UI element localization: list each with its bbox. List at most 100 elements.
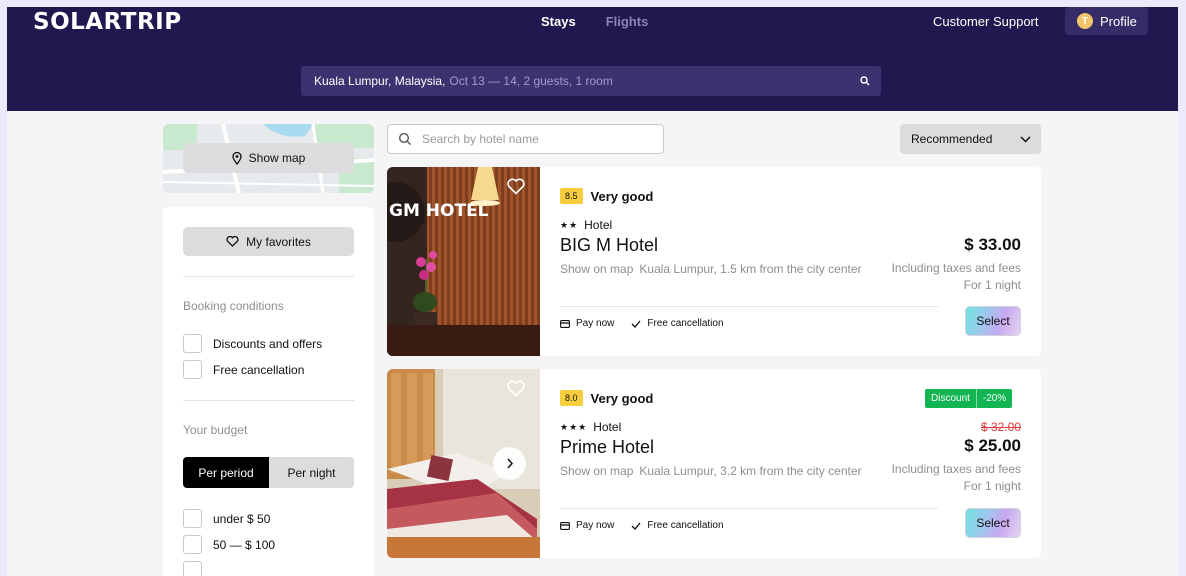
- location-pin-icon: [231, 151, 242, 165]
- budget-next[interactable]: [183, 561, 202, 576]
- avatar: T: [1077, 13, 1093, 29]
- rating-badge: 8.0: [560, 390, 583, 406]
- profile-button[interactable]: T Profile: [1065, 7, 1148, 35]
- nights-note: For 1 night: [963, 278, 1021, 292]
- select-button[interactable]: Select: [965, 306, 1021, 336]
- price-box: $ 32.00 $ 25.00 Including taxes and fees…: [892, 420, 1021, 495]
- per-period-tab[interactable]: Per period: [183, 457, 269, 488]
- perk-pay-now: Pay now: [560, 520, 614, 531]
- perk-free-cancellation: Free cancellation: [631, 318, 724, 329]
- booking-conditions-title: Booking conditions: [183, 299, 284, 313]
- rating: 8.5 Very good: [560, 188, 653, 204]
- main-nav: Stays Flights: [541, 14, 648, 29]
- show-on-map-link[interactable]: Show on map: [560, 464, 633, 478]
- hotel-name[interactable]: Prime Hotel: [560, 437, 654, 458]
- taxes-note: Including taxes and fees: [891, 261, 1021, 275]
- checkbox[interactable]: [183, 509, 202, 528]
- rating: 8.0 Very good: [560, 390, 653, 406]
- discount-value: -20%: [975, 389, 1012, 408]
- sort-dropdown[interactable]: Recommended: [900, 124, 1041, 154]
- card-icon: [560, 319, 570, 328]
- filter-free-cancellation[interactable]: Free cancellation: [183, 360, 304, 379]
- customer-support-link[interactable]: Customer Support: [933, 14, 1039, 29]
- price: $ 33.00: [964, 235, 1021, 254]
- hotel-location: Show on map Kuala Lumpur, 3.2 km from th…: [560, 464, 862, 478]
- hotel-location: Show on map Kuala Lumpur, 1.5 km from th…: [560, 262, 862, 276]
- check-icon: [631, 522, 641, 530]
- budget-50-100[interactable]: 50 — $ 100: [183, 535, 275, 554]
- hotel-photo[interactable]: [387, 369, 540, 558]
- next-photo-button[interactable]: [493, 447, 526, 480]
- hotel-photo[interactable]: GM HOTEL: [387, 167, 540, 356]
- nav-flights[interactable]: Flights: [606, 14, 649, 29]
- heart-icon[interactable]: [507, 178, 525, 195]
- sort-label: Recommended: [911, 132, 993, 146]
- location-text: Kuala Lumpur, 3.2 km from the city cente…: [639, 464, 862, 478]
- hotel-type: ★★ Hotel: [560, 218, 612, 232]
- discount-label: Discount: [931, 393, 970, 404]
- per-night-tab[interactable]: Per night: [269, 457, 354, 488]
- hotel-type: ★★★ Hotel: [560, 420, 621, 434]
- search-destination: Kuala Lumpur, Malaysia,: [314, 74, 446, 88]
- taxes-note: Including taxes and fees: [891, 462, 1021, 476]
- budget-period-toggle: Per period Per night: [183, 457, 354, 488]
- filter-discounts[interactable]: Discounts and offers: [183, 334, 322, 353]
- show-on-map-link[interactable]: Show on map: [560, 262, 633, 276]
- hotel-card[interactable]: GM HOTEL 8.5 Very good ★★ Hotel BIG M Ho…: [387, 167, 1041, 356]
- nav-stays[interactable]: Stays: [541, 14, 576, 29]
- trip-search-bar[interactable]: Kuala Lumpur, Malaysia, Oct 13 — 14, 2 g…: [301, 66, 881, 96]
- stars: ★★★: [560, 421, 588, 432]
- perk-label: Free cancellation: [647, 520, 724, 531]
- filters-panel: My favorites Booking conditions Discount…: [163, 207, 374, 576]
- divider: [560, 508, 938, 509]
- perk-pay-now: Pay now: [560, 318, 614, 329]
- show-map-button[interactable]: Show map: [183, 143, 354, 173]
- map-preview[interactable]: Show map: [163, 124, 374, 193]
- hotel-name[interactable]: BIG M Hotel: [560, 235, 658, 256]
- divider: [183, 276, 354, 277]
- my-favorites-button[interactable]: My favorites: [183, 227, 354, 256]
- search-details: Oct 13 — 14, 2 guests, 1 room: [449, 74, 613, 88]
- logo[interactable]: SOLARTRIP: [33, 9, 182, 35]
- hotel-search-input[interactable]: [422, 132, 642, 146]
- stars: ★★: [560, 219, 579, 230]
- hotel-card[interactable]: 8.0 Very good Discount -20% ★★★ Hotel Pr…: [387, 369, 1041, 558]
- top-header: SOLARTRIP Stays Flights Customer Support…: [7, 7, 1178, 111]
- rating-badge: 8.5: [560, 188, 583, 204]
- search-icon: [398, 132, 411, 145]
- nights-note: For 1 night: [963, 479, 1021, 493]
- heart-icon[interactable]: [507, 380, 525, 397]
- filter-label: Discounts and offers: [213, 336, 323, 351]
- hotel-type-label: Hotel: [584, 218, 613, 232]
- price-box: $ 33.00 Including taxes and fees For 1 n…: [892, 235, 1021, 294]
- perks: Pay now Free cancellation: [560, 318, 724, 329]
- budget-label: under $ 50: [213, 511, 271, 526]
- profile-label: Profile: [1100, 13, 1137, 29]
- checkbox[interactable]: [183, 535, 202, 554]
- discount-badge: Discount -20%: [925, 389, 1013, 408]
- rating-text: Very good: [590, 390, 654, 406]
- chevron-down-icon: [1020, 135, 1031, 143]
- perk-free-cancellation: Free cancellation: [631, 520, 724, 531]
- checkbox[interactable]: [183, 360, 202, 379]
- select-button[interactable]: Select: [965, 508, 1021, 538]
- chevron-right-icon: [506, 458, 513, 469]
- hotel-lobby-image: GM HOTEL: [387, 167, 540, 356]
- perk-label: Pay now: [576, 520, 615, 531]
- perk-label: Pay now: [576, 318, 615, 329]
- rating-text: Very good: [590, 188, 654, 204]
- heart-icon: [226, 236, 239, 247]
- search-icon[interactable]: [859, 75, 871, 87]
- hotel-name-search[interactable]: [387, 124, 664, 154]
- perk-label: Free cancellation: [647, 318, 724, 329]
- show-map-label: Show map: [248, 151, 306, 165]
- check-icon: [631, 320, 641, 328]
- divider: [560, 306, 938, 307]
- budget-under-50[interactable]: under $ 50: [183, 509, 270, 528]
- card-icon: [560, 521, 570, 530]
- filter-label: Free cancellation: [213, 362, 305, 377]
- old-price: $ 32.00: [980, 420, 1021, 434]
- checkbox[interactable]: [183, 561, 202, 576]
- checkbox[interactable]: [183, 334, 202, 353]
- price: $ 25.00: [964, 436, 1021, 455]
